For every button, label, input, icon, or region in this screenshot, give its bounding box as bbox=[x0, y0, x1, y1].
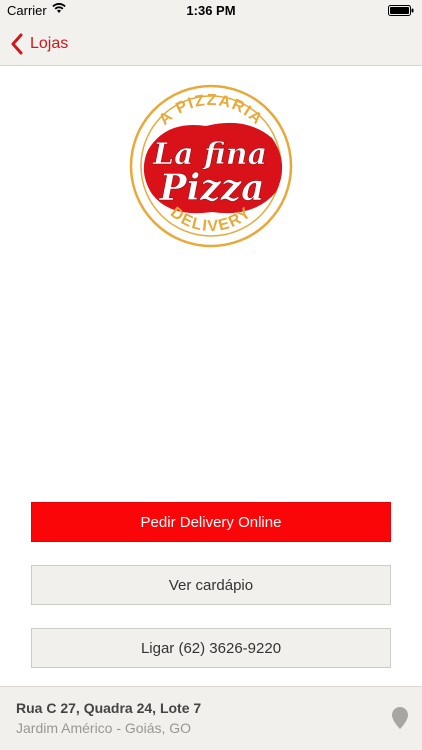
address-footer[interactable]: Rua C 27, Quadra 24, Lote 7 Jardim Améri… bbox=[0, 686, 422, 750]
clock: 1:36 PM bbox=[186, 3, 236, 18]
logo-script-line2: Pizza bbox=[159, 167, 265, 209]
map-pin-icon[interactable] bbox=[392, 707, 408, 729]
address-street: Rua C 27, Quadra 24, Lote 7 bbox=[16, 700, 202, 716]
screen: Carrier 1:36 PM Lojas A PIZZARIA DELIVER… bbox=[0, 0, 422, 750]
address-city: Jardim Américo - Goiás, GO bbox=[16, 720, 192, 736]
navigation-bar: Lojas bbox=[0, 22, 422, 66]
back-button-label: Lojas bbox=[30, 35, 69, 52]
chevron-left-icon bbox=[11, 33, 23, 55]
la-fina-pizza-logo: A PIZZARIA DELIVERY La fina Pizza bbox=[129, 84, 293, 248]
status-bar: Carrier 1:36 PM bbox=[0, 0, 422, 22]
back-button[interactable]: Lojas bbox=[10, 32, 68, 56]
logo-top-text: A PIZZARIA bbox=[156, 92, 266, 129]
view-menu-button[interactable]: Ver cardápio bbox=[31, 565, 391, 605]
order-delivery-online-button[interactable]: Pedir Delivery Online bbox=[31, 502, 391, 542]
call-store-button[interactable]: Ligar (62) 3626-9220 bbox=[31, 628, 391, 668]
battery-icon bbox=[388, 5, 414, 16]
